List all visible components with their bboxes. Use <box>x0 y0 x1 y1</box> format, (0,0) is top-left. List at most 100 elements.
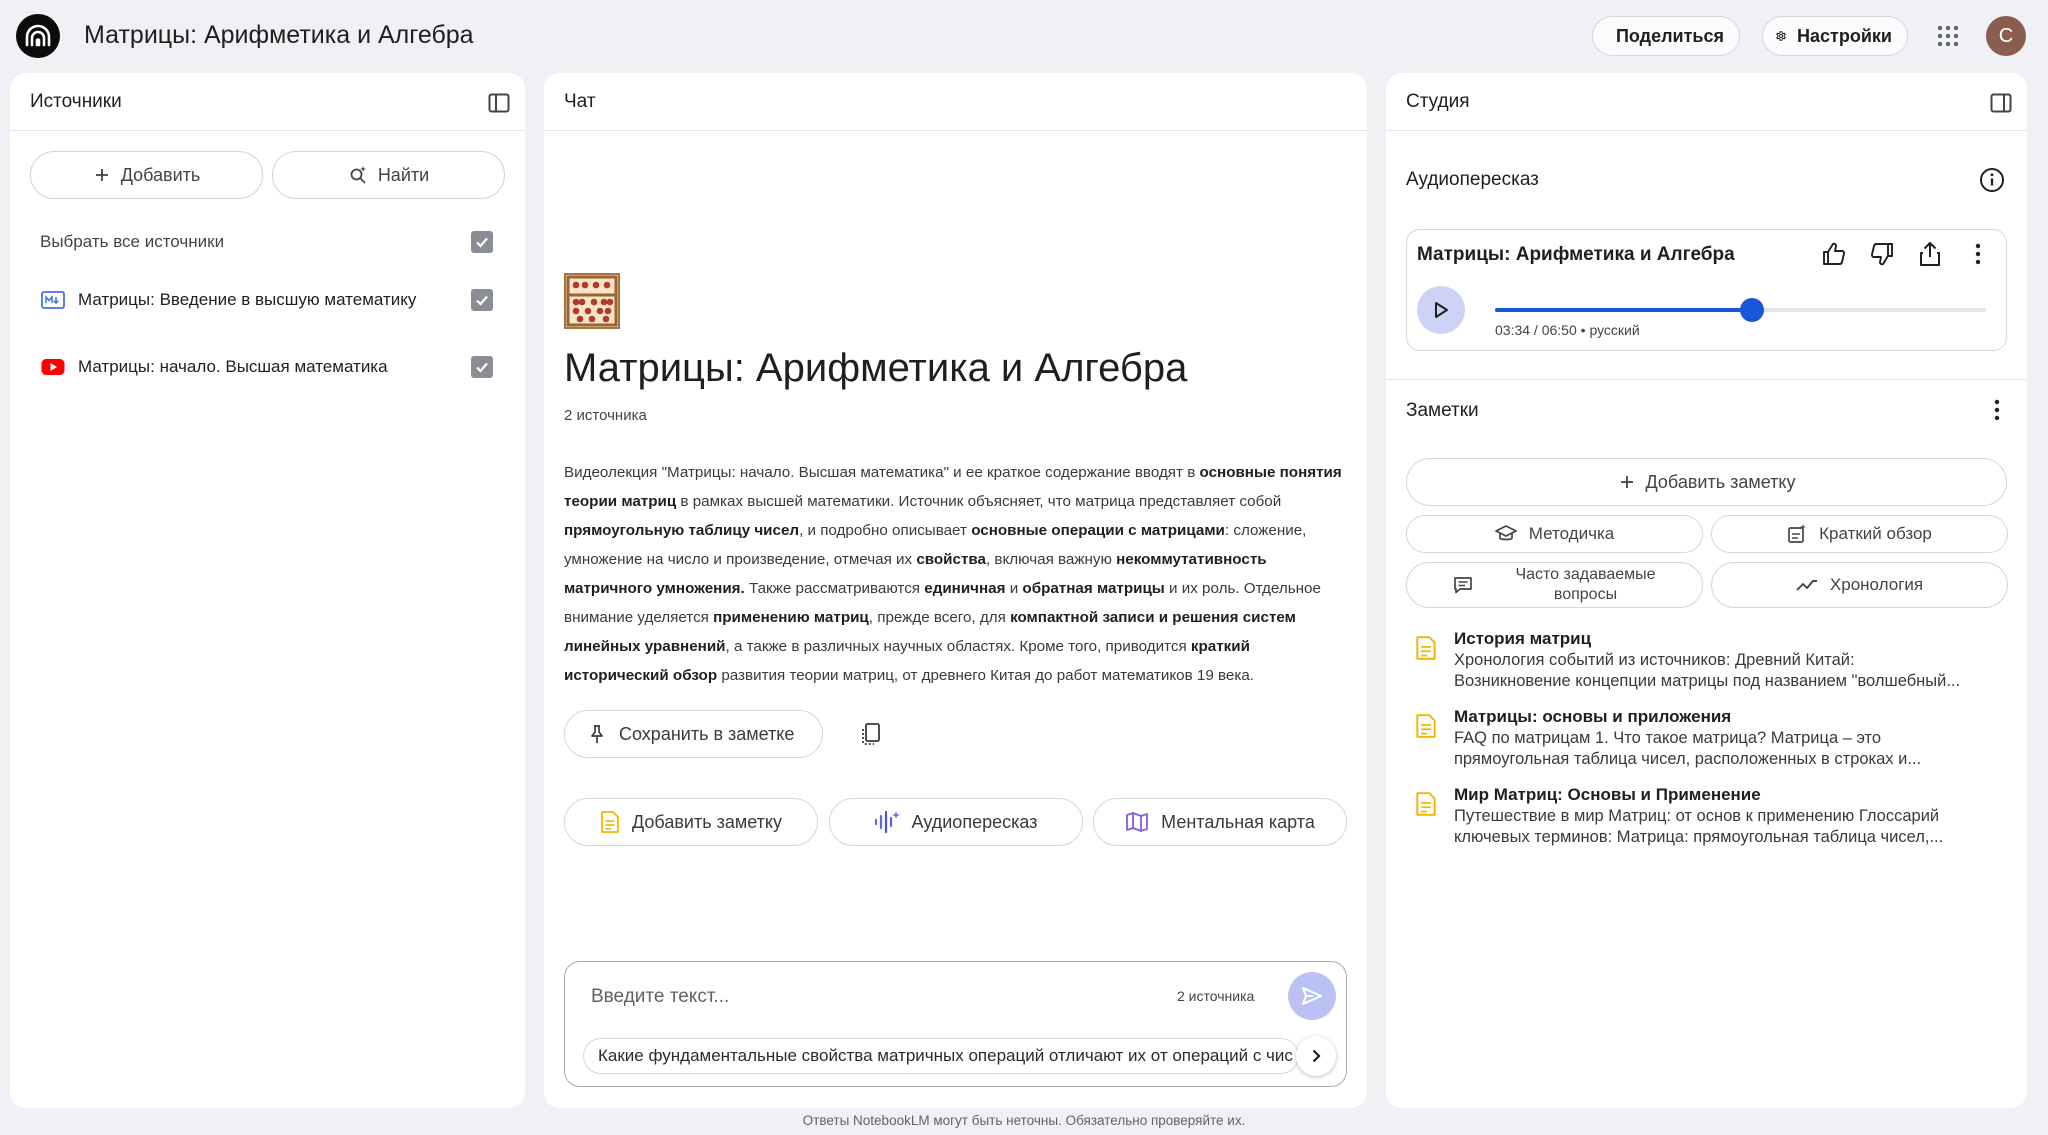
audio-wave-icon <box>874 810 900 834</box>
faq-button[interactable]: Часто задаваемые вопросы <box>1406 562 1703 608</box>
summary-actions: Сохранить в заметке <box>564 710 889 758</box>
save-to-note-button[interactable]: Сохранить в заметке <box>564 710 824 758</box>
panel-toggle-icon <box>488 93 510 113</box>
note-preview-line: прямоугольная таблица чисел, расположенн… <box>1454 750 1922 768</box>
composer-source-count: 2 источника <box>1177 988 1255 1004</box>
save-to-note-label: Сохранить в заметке <box>619 723 795 744</box>
note-preview-line: Путешествие в мир Матриц: от основ к при… <box>1454 807 1940 825</box>
send-button[interactable] <box>1288 972 1336 1020</box>
summary-emphasis: свойства <box>916 551 986 568</box>
briefing-doc-button[interactable]: Краткий обзор <box>1711 515 2008 553</box>
note-item[interactable]: История матриц Хронология событий из ист… <box>1414 629 1997 699</box>
note-preview: Путешествие в мир Матриц: от основ к при… <box>1454 806 1988 848</box>
chat-panel-title: Чат <box>564 91 596 112</box>
user-avatar[interactable]: C <box>1986 16 2026 56</box>
studio-divider <box>1386 379 2027 380</box>
play-icon <box>1435 302 1448 318</box>
thumbs-down-icon <box>1871 243 1893 266</box>
chat-panel: Чат Матрицы: Арифметика и Алгебра 2 исто… <box>544 73 1367 1108</box>
note-title: История матриц <box>1454 629 1592 648</box>
collapse-sources-button[interactable] <box>485 89 513 117</box>
more-vert-icon <box>1994 399 2000 421</box>
faq-label-line1: Часто задаваемые <box>1515 566 1656 583</box>
chat-composer: 2 источника Какие фундаментальные свойст… <box>564 961 1347 1087</box>
chevron-right-icon <box>1312 1049 1321 1063</box>
info-button[interactable] <box>1977 165 2007 195</box>
select-all-sources-row[interactable]: Выбрать все источники <box>30 222 505 262</box>
copy-button[interactable] <box>853 716 889 752</box>
add-source-label: Добавить <box>120 164 201 185</box>
info-icon <box>1980 168 2004 192</box>
share-audio-button[interactable] <box>1916 240 1944 268</box>
document-sparkle-icon <box>1788 524 1807 543</box>
play-button[interactable] <box>1417 286 1465 334</box>
pin-icon <box>591 725 603 743</box>
mind-map-button[interactable]: Ментальная карта <box>1093 798 1347 846</box>
collapse-studio-button[interactable] <box>1987 89 2015 117</box>
summary-segment: Также рассматриваются <box>744 580 925 597</box>
summary-segment: и <box>1005 580 1023 597</box>
add-source-button[interactable]: Добавить <box>30 151 263 199</box>
studio-add-note-button[interactable]: Добавить заметку <box>1406 458 2007 506</box>
audio-progress-bar[interactable] <box>1495 298 1986 322</box>
suggested-question[interactable]: Какие фундаментальные свойства матричных… <box>583 1038 1299 1074</box>
summary-segment: развития теории матриц, от древнего Кита… <box>717 667 1255 684</box>
studio-panel-header: Студия <box>1386 73 2027 131</box>
source-item-checkbox[interactable] <box>471 289 493 311</box>
graduation-cap-icon <box>1494 525 1517 541</box>
audio-overview-button[interactable]: Аудиопересказ <box>828 798 1083 846</box>
chat-input[interactable] <box>591 980 1131 1014</box>
summary-segment: Видеолекция "Матрицы: начало. Высшая мат… <box>564 464 1200 481</box>
summary-emphasis: обратная матрицы <box>1022 580 1165 597</box>
notes-more-button[interactable] <box>1983 396 2011 424</box>
timeline-label: Хронология <box>1829 575 1924 594</box>
apps-grid-button[interactable] <box>1930 18 1966 54</box>
study-guide-button[interactable]: Методичка <box>1406 515 1703 553</box>
source-count: 2 источника <box>564 407 647 424</box>
audio-progress-handle[interactable] <box>1739 298 1764 322</box>
share-upload-icon <box>1920 242 1940 266</box>
mind-map-label: Ментальная карта <box>1161 811 1315 832</box>
summary-emphasis: применению матриц <box>713 609 869 626</box>
notebook-summary: Матрицы: Арифметика и Алгебра 2 источник… <box>564 273 1347 690</box>
find-sources-button[interactable]: Найти <box>272 151 505 199</box>
summary-segment: , а также в различных научных областях. … <box>725 638 1191 655</box>
summary-segment: , включая важную <box>985 551 1117 568</box>
thumbs-up-button[interactable] <box>1820 240 1848 268</box>
summary-segment: , прежде всего, для <box>868 609 1011 626</box>
faq-label-line2: вопросы <box>1553 586 1618 603</box>
source-item-checkbox[interactable] <box>471 356 493 378</box>
source-item[interactable]: Матрицы: Введение в высшую математику <box>30 280 505 320</box>
note-preview: FAQ по матрицам 1. Что такое матрица? Ма… <box>1454 728 1988 770</box>
summary-text: Видеолекция "Матрицы: начало. Высшая мат… <box>564 458 1347 690</box>
youtube-icon <box>40 356 66 378</box>
notebooklm-logo[interactable] <box>16 14 60 58</box>
audio-progress-fill <box>1495 308 1752 312</box>
note-icon <box>1416 792 1436 816</box>
thumbs-down-button[interactable] <box>1868 240 1896 268</box>
notebook-title[interactable]: Матрицы: Арифметика и Алгебра <box>84 20 474 50</box>
timeline-button[interactable]: Хронология <box>1711 562 2008 608</box>
sources-panel-header: Источники <box>10 73 525 131</box>
select-all-label: Выбрать все источники <box>40 232 225 251</box>
audio-overview-section-title: Аудиопересказ <box>1406 169 1539 190</box>
more-vert-icon <box>1975 243 1981 265</box>
source-item[interactable]: Матрицы: начало. Высшая математика <box>30 347 505 387</box>
notebook-heading: Матрицы: Арифметика и Алгебра <box>564 346 1188 390</box>
share-button[interactable]: Поделиться <box>1592 16 1740 56</box>
summary-segment: в рамках высшей математики. Источник объ… <box>676 493 1282 510</box>
next-suggestion-button[interactable] <box>1296 1036 1336 1076</box>
audio-more-button[interactable] <box>1964 240 1992 268</box>
add-note-button[interactable]: Добавить заметку <box>564 798 818 846</box>
note-preview: Хронология событий из источников: Древни… <box>1454 650 1988 692</box>
note-item[interactable]: Мир Матриц: Основы и Применение Путешест… <box>1414 785 1997 855</box>
note-item[interactable]: Матрицы: основы и приложения FAQ по матр… <box>1414 707 1997 777</box>
gear-icon <box>1776 31 1786 41</box>
chat-panel-header: Чат <box>544 73 1367 131</box>
audio-overview-label: Аудиопересказ <box>911 811 1038 832</box>
settings-button[interactable]: Настройки <box>1762 16 1908 56</box>
summary-emphasis: основные операции с матрицами <box>971 522 1225 539</box>
share-label: Поделиться <box>1615 25 1724 46</box>
select-all-checkbox[interactable] <box>471 231 493 253</box>
check-icon <box>476 237 488 248</box>
